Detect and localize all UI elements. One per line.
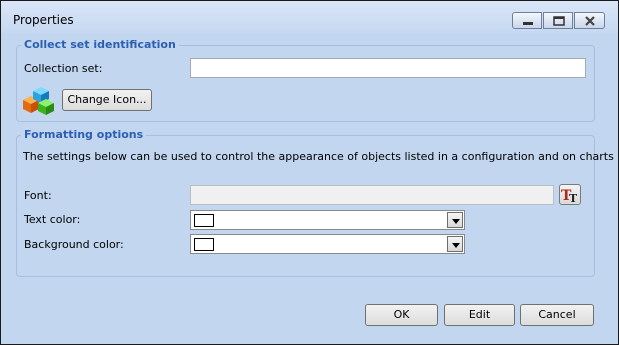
group-legend: Formatting options xyxy=(21,128,147,141)
change-icon-button[interactable]: Change Icon... xyxy=(62,89,152,111)
text-color-select[interactable] xyxy=(190,210,465,230)
close-button[interactable] xyxy=(574,12,605,29)
background-color-swatch xyxy=(194,238,214,251)
font-label: Font: xyxy=(24,189,52,202)
close-icon xyxy=(585,16,595,26)
cancel-button[interactable]: Cancel xyxy=(520,304,594,326)
edit-button[interactable]: Edit xyxy=(444,304,515,326)
collection-set-input[interactable] xyxy=(190,58,586,78)
font-field xyxy=(190,185,554,205)
window-title: Properties xyxy=(13,13,74,27)
collection-set-label: Collection set: xyxy=(24,62,103,75)
font-picker-button[interactable]: T T xyxy=(559,184,581,205)
colored-cubes-icon xyxy=(23,87,54,115)
group-legend: Collect set identification xyxy=(21,38,179,51)
ok-button[interactable]: OK xyxy=(365,304,438,326)
svg-text:T: T xyxy=(569,192,578,204)
background-color-dropdown-button[interactable] xyxy=(447,236,463,252)
title-bar: Properties xyxy=(1,1,618,34)
font-tt-icon: T T xyxy=(561,188,578,205)
minimize-button[interactable] xyxy=(512,12,542,29)
properties-dialog: Properties Collect set identification Co… xyxy=(0,0,619,345)
maximize-button[interactable] xyxy=(543,12,573,29)
chevron-down-icon xyxy=(452,243,460,248)
text-color-swatch xyxy=(194,214,214,227)
background-color-label: Background color: xyxy=(24,238,124,251)
background-color-select[interactable] xyxy=(190,234,465,254)
maximize-icon xyxy=(553,16,565,26)
text-color-label: Text color: xyxy=(24,213,81,226)
text-color-dropdown-button[interactable] xyxy=(447,212,463,228)
chevron-down-icon xyxy=(452,219,460,224)
minimize-icon xyxy=(523,22,533,25)
formatting-description: The settings below can be used to contro… xyxy=(23,150,614,163)
